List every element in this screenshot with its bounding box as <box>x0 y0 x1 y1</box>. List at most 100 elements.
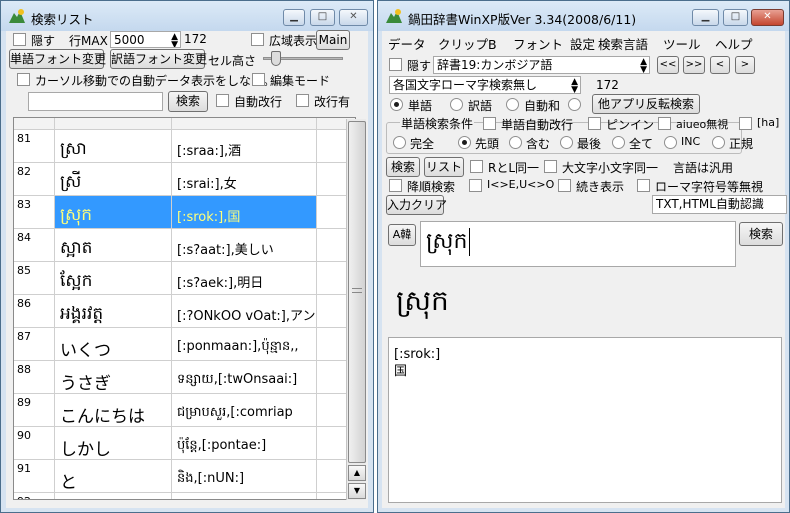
mode-radio-translation[interactable] <box>450 98 463 111</box>
mode-radio-word[interactable] <box>390 98 403 111</box>
menu-item[interactable]: ヘルプ <box>715 34 753 53</box>
match-radio[interactable] <box>612 136 625 149</box>
mode-radio-label: 自動和 <box>524 99 561 113</box>
input-clear-button[interactable]: 入力クリア <box>386 195 447 215</box>
minimize-button[interactable]: ▁ <box>692 9 719 26</box>
table-row[interactable]: 87 いくつ [:ponmaan:],ប៉ុន្មាន,, <box>14 328 355 361</box>
result-count: 172 <box>596 78 619 92</box>
auto-detect-select[interactable]: TXT,HTML自動認識 <box>652 195 787 214</box>
prev-button[interactable]: < <box>710 56 730 74</box>
table-row[interactable]: 92どれ <box>14 493 355 499</box>
main-button[interactable]: Main <box>316 30 350 50</box>
table-row[interactable]: 90 しかし ប៉ុន្តែ,[:pontae:] <box>14 427 355 460</box>
spin-icon[interactable]: ▲ ▼ <box>640 58 647 74</box>
mode-radio-auto[interactable] <box>506 98 519 111</box>
table-row[interactable]: 88 うさぎ ទន្សាយ,[:twOnsaai:] <box>14 361 355 394</box>
ahan-button[interactable]: A韓 <box>388 224 416 246</box>
edit-mode-checkbox[interactable] <box>252 73 265 86</box>
descending-checkbox[interactable] <box>389 179 402 192</box>
rl-same-checkbox[interactable] <box>470 160 483 173</box>
auto-wrap-checkbox[interactable] <box>216 94 229 107</box>
match-radio[interactable] <box>560 136 573 149</box>
ha-checkbox[interactable] <box>739 117 752 130</box>
match-radio[interactable] <box>393 136 406 149</box>
other-app-search-button[interactable]: 他アプリ反転検索 <box>592 94 700 114</box>
table-row[interactable]: 86 អង្គរវត្ត [:?ONkOO vOat:],アンコ <box>14 295 355 328</box>
scroll-thumb[interactable] <box>348 121 366 463</box>
match-radio[interactable] <box>509 136 522 149</box>
match-radio[interactable] <box>712 136 725 149</box>
hide-checkbox[interactable] <box>389 58 402 71</box>
minimize-button[interactable]: ▁ <box>283 9 305 26</box>
scroll-down-button[interactable]: ▼ <box>348 483 366 499</box>
aiueo-checkbox[interactable] <box>658 117 671 130</box>
mode-radio-label: 単語 <box>408 99 433 113</box>
rl-same-label: RとL同一 <box>488 161 540 175</box>
first-button[interactable]: << <box>657 56 679 74</box>
roman-search-select[interactable]: 各国文字ローマ字検索無し ▲ ▼ <box>389 76 581 94</box>
search-button[interactable]: 検索 <box>386 157 420 177</box>
iexuo-checkbox[interactable] <box>469 179 482 192</box>
menu-item[interactable]: フォント <box>513 34 563 53</box>
next-button[interactable]: > <box>735 56 755 74</box>
match-radio-label: INC <box>681 135 701 148</box>
has-wrap-checkbox[interactable] <box>296 94 309 107</box>
table-row[interactable]: 82 ស្រី [:srai:],女 <box>14 163 355 196</box>
list-button[interactable]: リスト <box>424 157 464 177</box>
row-translation: ទន្សាយ,[:twOnsaai:] <box>172 361 317 393</box>
word-font-button[interactable]: 単語フォント変更 <box>9 49 106 69</box>
cursor-auto-label: カーソル移動での自動データ表示をしない。 <box>35 74 276 88</box>
wide-display-checkbox[interactable] <box>251 33 264 46</box>
mode-radio-auto-extra[interactable] <box>568 98 581 111</box>
close-button[interactable]: ✕ <box>751 9 784 26</box>
menu-item[interactable]: クリップB <box>438 34 497 53</box>
maximize-button[interactable]: □ <box>310 9 335 26</box>
search-button[interactable]: 検索 <box>168 91 208 112</box>
iexuo-label: I<>E,U<>O <box>487 178 555 191</box>
table-row[interactable]: 84 ស្អាត [:s?aat:],美しい <box>14 229 355 262</box>
table-row[interactable]: 83 ស្រុក [:srok:],国 <box>14 196 355 229</box>
rowmax-input[interactable]: 5000 ▲ ▼ <box>110 31 181 48</box>
results-grid[interactable]: 81 ស្រា [:sraa:],酒 82 ស្រី [:srai:],女 83 ស្រុក[… <box>13 117 356 500</box>
row-number: 85 <box>14 262 55 294</box>
last-button[interactable]: >> <box>683 56 705 74</box>
spin-icon[interactable]: ▲ ▼ <box>571 78 578 94</box>
row-translation: [:?ONkOO vOat:],アンコ <box>172 295 317 327</box>
table-row[interactable]: 89 こんにちは ជម្រាបសួរ,[:comriap <box>14 394 355 427</box>
match-radio[interactable] <box>458 136 471 149</box>
maximize-button[interactable]: □ <box>723 9 748 26</box>
dictionary-select[interactable]: 辞書19:カンボジア語 ▲ ▼ <box>433 56 650 74</box>
match-radio-label: 含む <box>526 137 551 151</box>
spin-icon[interactable]: ▲ ▼ <box>171 33 178 48</box>
menu-item[interactable]: 設定 <box>570 34 595 53</box>
hide-checkbox[interactable] <box>13 33 26 46</box>
match-radio[interactable] <box>664 136 677 149</box>
search-button-secondary[interactable]: 検索 <box>739 222 783 246</box>
slider-thumb[interactable] <box>271 51 281 66</box>
translation-font-button[interactable]: 訳語フォント変更 <box>110 49 207 69</box>
word-input[interactable]: ស្រុក <box>420 221 736 267</box>
menu-item[interactable]: 検索言語 <box>598 34 648 53</box>
result-text-area[interactable]: [:srok:] 国 <box>388 337 782 503</box>
romaji-ignore-label: ローマ字符号等無視 <box>655 180 764 194</box>
scroll-up-button[interactable]: ▲ <box>348 465 366 481</box>
word-autowrap-checkbox[interactable] <box>483 117 496 130</box>
vertical-scrollbar[interactable]: ▲ ▼ <box>346 119 366 500</box>
menu-item[interactable]: ツール <box>663 34 701 53</box>
cursor-auto-checkbox[interactable] <box>17 73 30 86</box>
title-bar[interactable]: 鍋田辞書WinXP版Ver 3.34(2008/6/11) ▁ □ ✕ <box>378 1 789 31</box>
window-title: 検索リスト <box>31 12 94 27</box>
pinyin-checkbox[interactable] <box>588 117 601 130</box>
table-row[interactable]: 81 ស្រា [:sraa:],酒 <box>14 130 355 163</box>
row-translation: [:s?aat:],美しい <box>172 229 317 261</box>
romaji-ignore-checkbox[interactable] <box>637 179 650 192</box>
table-row[interactable]: 91 とនិង,[:nUN:] <box>14 460 355 493</box>
menu-item[interactable]: データ <box>388 34 426 53</box>
case-same-checkbox[interactable] <box>544 160 557 173</box>
title-bar[interactable]: 検索リスト ▁ □ ✕ <box>1 1 373 31</box>
search-input[interactable] <box>28 92 163 111</box>
table-row[interactable]: 85 ស្អែក [:s?aek:],明日 <box>14 262 355 295</box>
close-button[interactable]: ✕ <box>339 9 368 26</box>
continuous-checkbox[interactable] <box>558 179 571 192</box>
language-label: 言語は汎用 <box>673 161 734 175</box>
